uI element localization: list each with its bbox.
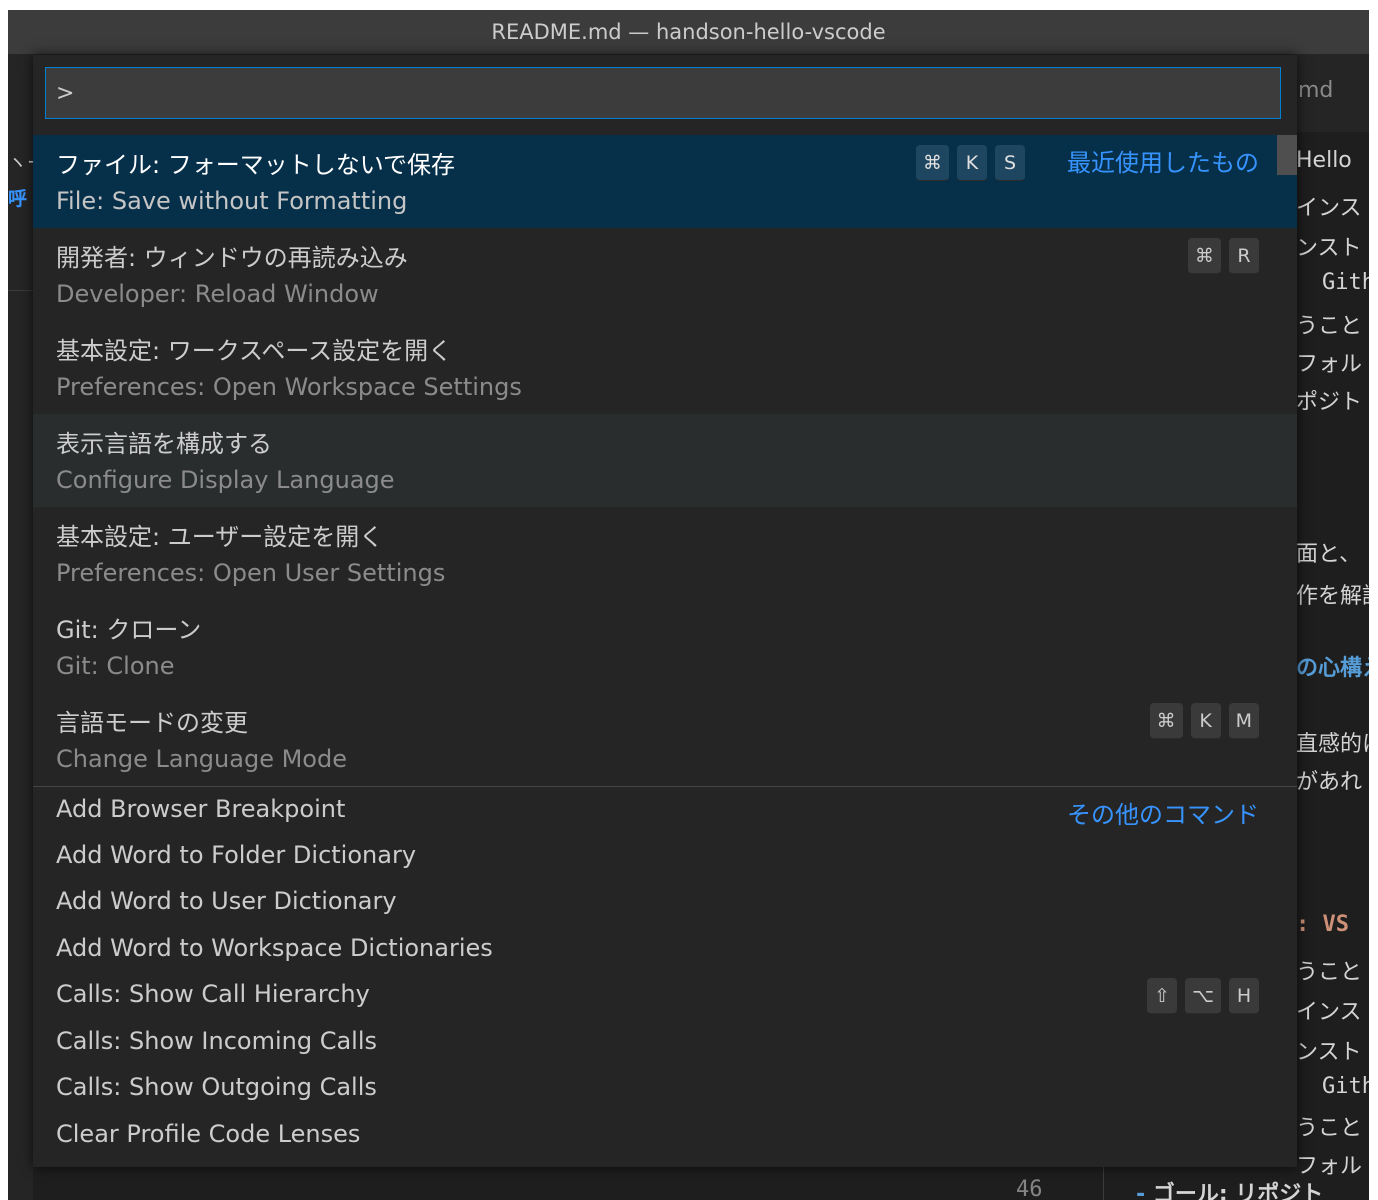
command-detail: Developer: Reload Window bbox=[56, 280, 379, 308]
side-panel-link: 呼 bbox=[8, 188, 28, 210]
command-item[interactable]: ファイル: フォーマットしないで保存 File: Save without For… bbox=[33, 135, 1297, 228]
list-dash: - bbox=[1136, 1182, 1146, 1200]
editor-line: うこと bbox=[1296, 314, 1363, 339]
keybinding: ⌘ K M bbox=[1149, 703, 1259, 739]
editor-line: Gith bbox=[1322, 270, 1369, 295]
command-item[interactable]: Calls: Show Incoming Calls bbox=[33, 1019, 1297, 1066]
command-detail: File: Save without Formatting bbox=[56, 187, 408, 215]
command-label: 基本設定: ユーザー設定を開く bbox=[56, 523, 384, 551]
key-cap: ⌘ bbox=[1188, 238, 1221, 274]
editor-line: インス bbox=[1296, 1000, 1362, 1025]
command-item[interactable]: 基本設定: ワークスペース設定を開く Preferences: Open Work… bbox=[33, 321, 1297, 414]
key-cap: H bbox=[1229, 978, 1259, 1014]
editor-tab-fragment[interactable]: md bbox=[1298, 78, 1333, 103]
command-list: ファイル: フォーマットしないで保存 File: Save without For… bbox=[33, 135, 1297, 1158]
command-label: Calls: Show Call Hierarchy bbox=[56, 980, 370, 1008]
keybinding: ⌘ K S bbox=[916, 145, 1025, 181]
command-item[interactable]: Add Word to Workspace Dictionaries bbox=[33, 926, 1297, 973]
editor-line: Hello bbox=[1296, 148, 1352, 173]
command-detail: Preferences: Open Workspace Settings bbox=[56, 373, 522, 401]
command-label: Calls: Show Incoming Calls bbox=[56, 1026, 377, 1055]
other-commands-label: その他のコマンド bbox=[1067, 801, 1259, 829]
editor-line: Gith bbox=[1322, 1074, 1369, 1099]
command-label: Add Word to User Dictionary bbox=[56, 887, 397, 915]
editor-line: ポジト bbox=[1296, 390, 1363, 415]
command-item[interactable]: Clear Profile Code Lenses bbox=[33, 1112, 1297, 1159]
key-cap: M bbox=[1228, 703, 1259, 739]
key-cap: ⌥ bbox=[1185, 978, 1221, 1014]
command-label: Clear Profile Code Lenses bbox=[56, 1119, 361, 1148]
key-cap: R bbox=[1229, 238, 1259, 274]
command-input[interactable] bbox=[46, 68, 1280, 118]
key-cap: ⌘ bbox=[916, 145, 949, 181]
command-item[interactable]: Add Word to Folder Dictionary bbox=[33, 833, 1297, 880]
editor-heading: の心構え bbox=[1296, 656, 1369, 681]
editor-line: - ゴール: リポジト bbox=[1136, 1176, 1323, 1200]
command-label: Add Word to Workspace Dictionaries bbox=[56, 933, 493, 962]
command-input-box[interactable] bbox=[45, 67, 1281, 119]
editor-line: があれ bbox=[1296, 770, 1363, 795]
command-label: 基本設定: ワークスペース設定を開く bbox=[56, 337, 453, 365]
command-item[interactable]: Calls: Show Outgoing Calls bbox=[33, 1065, 1297, 1112]
command-detail: Git: Clone bbox=[56, 652, 175, 680]
editor-line: : VS bbox=[1296, 912, 1349, 937]
command-detail: Change Language Mode bbox=[56, 745, 347, 773]
command-item[interactable]: 表示言語を構成する Configure Display Language bbox=[33, 414, 1297, 507]
key-cap: K bbox=[1190, 703, 1221, 739]
key-cap: S bbox=[995, 145, 1025, 181]
editor-line: うこと bbox=[1296, 960, 1363, 985]
editor-line: 作を解説 bbox=[1296, 584, 1369, 609]
editor-line: うこと bbox=[1296, 1116, 1363, 1141]
command-item[interactable]: Add Browser Breakpoint その他のコマンド bbox=[33, 786, 1297, 833]
side-panel bbox=[8, 132, 33, 1200]
command-item[interactable]: 言語モードの変更 Change Language Mode ⌘ K M bbox=[33, 693, 1297, 786]
editor-line: 直感的に bbox=[1296, 732, 1369, 757]
command-item[interactable]: 開発者: ウィンドウの再読み込み Developer: Reload Window… bbox=[33, 228, 1297, 321]
command-label: 言語モードの変更 bbox=[56, 709, 248, 737]
command-label: 表示言語を構成する bbox=[56, 430, 272, 458]
key-cap: ⌘ bbox=[1149, 703, 1183, 739]
command-detail: Preferences: Open User Settings bbox=[56, 559, 446, 587]
command-label: ファイル: フォーマットしないで保存 bbox=[56, 151, 455, 179]
command-item[interactable]: Calls: Show Call Hierarchy ⇧ ⌥ H bbox=[33, 972, 1297, 1019]
recently-used-label: 最近使用したもの bbox=[1067, 149, 1259, 177]
editor-line: ンスト bbox=[1296, 1040, 1362, 1065]
command-label: Calls: Show Outgoing Calls bbox=[56, 1073, 377, 1101]
command-item[interactable]: Git: クローン Git: Clone bbox=[33, 600, 1297, 693]
key-cap: ⇧ bbox=[1147, 978, 1178, 1014]
scrollbar-thumb[interactable] bbox=[1277, 135, 1297, 175]
key-cap: K bbox=[957, 145, 987, 181]
command-item[interactable]: Add Word to User Dictionary bbox=[33, 879, 1297, 926]
editor-line-text: ゴール: リポジト bbox=[1152, 1182, 1324, 1200]
command-palette: ファイル: フォーマットしないで保存 File: Save without For… bbox=[33, 55, 1297, 1167]
window-title: README.md — handson-hello-vscode bbox=[8, 10, 1369, 54]
command-label: 開発者: ウィンドウの再読み込み bbox=[56, 244, 408, 272]
keybinding: ⌘ R bbox=[1188, 238, 1259, 274]
gutter-divider bbox=[1103, 1165, 1104, 1200]
editor-line: フォル bbox=[1296, 352, 1363, 377]
command-label: Add Browser Breakpoint bbox=[56, 795, 346, 823]
line-number: 46 bbox=[1016, 1177, 1043, 1200]
editor-line: 面と、 bbox=[1296, 542, 1362, 567]
command-label: Add Word to Folder Dictionary bbox=[56, 840, 417, 869]
command-detail: Configure Display Language bbox=[56, 466, 395, 494]
command-item[interactable]: 基本設定: ユーザー設定を開く Preferences: Open User Se… bbox=[33, 507, 1297, 600]
editor-text-visible: Hello インス ンスト Gith うこと フォル ポジト 面と、 作を解説 … bbox=[1296, 132, 1369, 1200]
editor-line: インス bbox=[1296, 196, 1362, 221]
editor-line: ンスト bbox=[1296, 236, 1362, 261]
command-label: Git: クローン bbox=[56, 616, 202, 644]
keybinding: ⇧ ⌥ H bbox=[1147, 978, 1259, 1014]
side-panel-divider bbox=[8, 290, 33, 291]
